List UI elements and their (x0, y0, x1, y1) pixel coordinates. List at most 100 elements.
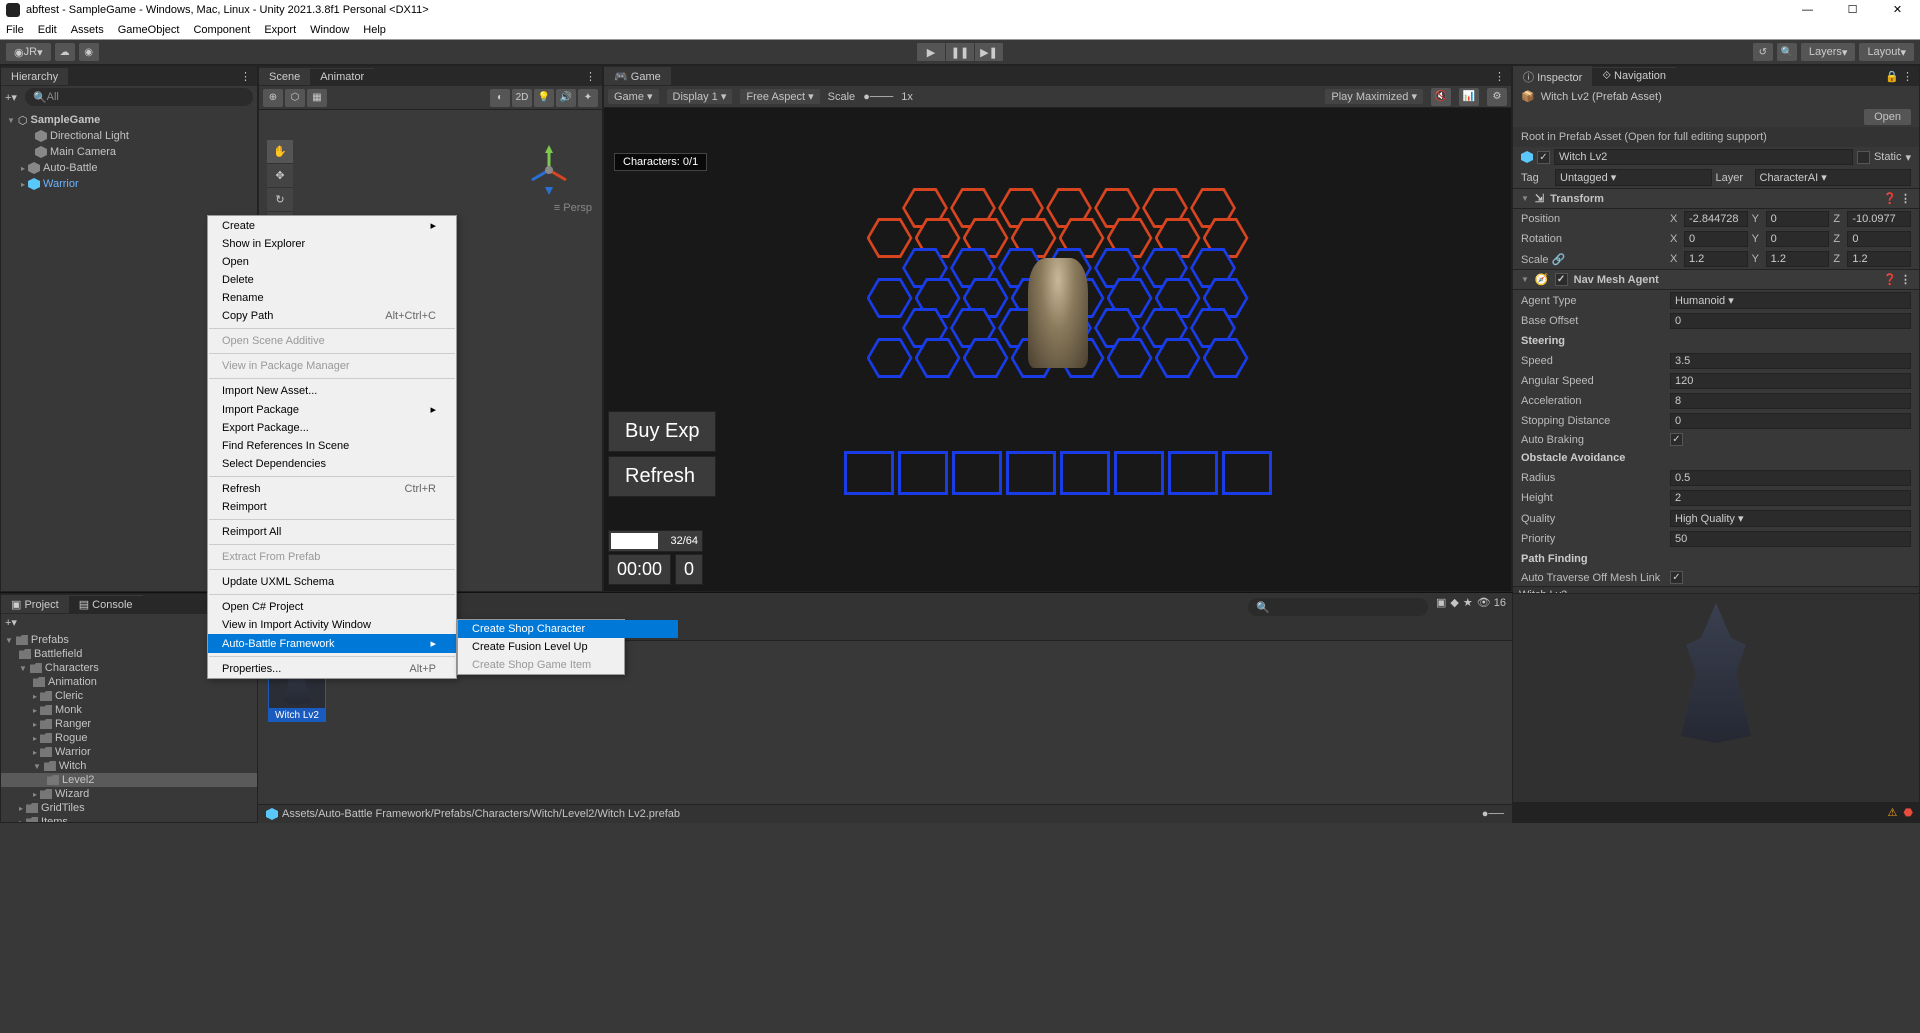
navigation-tab[interactable]: ⟐ Navigation (1592, 67, 1676, 85)
transform-component[interactable]: ▼⇲Transform❓ ⋮ (1513, 188, 1919, 209)
filter-icon[interactable]: ◆ (1450, 596, 1458, 618)
ctx-item[interactable]: Import Package (208, 400, 456, 419)
height[interactable]: 2 (1670, 490, 1911, 506)
ctx-item[interactable]: Reimport (208, 498, 456, 516)
buy-exp-button[interactable]: Buy Exp (608, 411, 716, 452)
folder-row[interactable]: ▸Wizard (1, 787, 257, 801)
move-tool-icon[interactable]: ✥ (267, 164, 293, 188)
play-mode-dropdown[interactable]: Play Maximized ▾ (1325, 89, 1423, 104)
perspective-label[interactable]: ≡ Persp (554, 202, 592, 214)
grid-icon[interactable]: ▦ (307, 89, 327, 107)
animator-tab[interactable]: Animator (310, 68, 374, 85)
layers-dropdown[interactable]: Layers ▾ (1801, 43, 1856, 61)
maximize-button[interactable]: ☐ (1830, 0, 1875, 20)
account-button[interactable]: ◉ JR ▾ (6, 43, 51, 61)
undo-history-icon[interactable]: ↺ (1753, 43, 1773, 61)
hierarchy-search[interactable]: 🔍 All (25, 88, 253, 106)
menu-export[interactable]: Export (264, 24, 296, 36)
menu-file[interactable]: File (6, 24, 24, 36)
priority[interactable]: 50 (1670, 531, 1911, 547)
fx-icon[interactable]: ✦ (578, 89, 598, 107)
slider-icon[interactable]: ●── (1482, 808, 1504, 820)
hierarchy-options-icon[interactable]: ⋮ (234, 70, 257, 83)
2d-toggle[interactable]: 2D (512, 89, 532, 107)
aspect-dropdown[interactable]: Free Aspect ▾ (740, 89, 819, 104)
menu-window[interactable]: Window (310, 24, 349, 36)
ctx-item[interactable]: Select Dependencies (208, 455, 456, 473)
axis-gizmo[interactable] (524, 145, 574, 195)
display-dropdown[interactable]: Display 1 ▾ (667, 89, 733, 104)
ctx-item[interactable]: Show in Explorer (208, 235, 456, 253)
audio-icon[interactable]: 🔊 (556, 89, 576, 107)
scale-slider[interactable]: ●─── (863, 91, 893, 103)
gizmos-icon[interactable]: ⚙ (1487, 88, 1507, 106)
inspector-tab[interactable]: ⓘ Inspector (1513, 66, 1592, 87)
hierarchy-tab[interactable]: Hierarchy (1, 68, 68, 85)
folder-row[interactable]: ▸Rogue (1, 731, 257, 745)
project-search[interactable]: 🔍 (1248, 598, 1428, 616)
game-tab[interactable]: 🎮 Game (604, 67, 671, 85)
filter-icon[interactable]: ★ (1463, 596, 1473, 618)
open-prefab-button[interactable]: Open (1864, 109, 1911, 125)
navmesh-enable[interactable] (1555, 273, 1568, 286)
add-icon[interactable]: +▾ (1, 91, 21, 104)
folder-row[interactable]: ▸Monk (1, 703, 257, 717)
object-name-field[interactable]: Witch Lv2 (1554, 149, 1853, 165)
folder-row[interactable]: ▸Warrior (1, 745, 257, 759)
radius[interactable]: 0.5 (1670, 470, 1911, 486)
ctx-item[interactable]: Reimport All (208, 523, 456, 541)
settings-icon[interactable]: ◉ (79, 43, 99, 61)
ctx-item[interactable]: Properties...Alt+P (208, 660, 456, 678)
ctx-subitem[interactable]: Create Fusion Level Up (458, 638, 678, 656)
angular-speed[interactable]: 120 (1670, 373, 1911, 389)
ctx-item[interactable]: Update UXML Schema (208, 573, 456, 591)
pivot-icon[interactable]: ⊕ (263, 89, 283, 107)
stats-icon[interactable]: 📊 (1459, 88, 1479, 106)
ctx-item[interactable]: Export Package... (208, 419, 456, 437)
layer-dropdown[interactable]: CharacterAI ▾ (1755, 169, 1912, 186)
scene-tab[interactable]: Scene (259, 68, 310, 85)
rot-y[interactable]: 0 (1766, 231, 1830, 247)
ctx-item[interactable]: Open (208, 253, 456, 271)
warning-icon[interactable]: ⚠ (1888, 806, 1898, 819)
local-icon[interactable]: ⬡ (285, 89, 305, 107)
preview-viewport[interactable] (1513, 603, 1919, 743)
hierarchy-item[interactable]: Directional Light (1, 128, 257, 144)
ctx-item[interactable]: Find References In Scene (208, 437, 456, 455)
add-icon[interactable]: +▾ (5, 616, 17, 629)
pos-y[interactable]: 0 (1766, 211, 1830, 227)
menu-edit[interactable]: Edit (38, 24, 57, 36)
acceleration[interactable]: 8 (1670, 393, 1911, 409)
ctx-subitem[interactable]: Create Shop Character (458, 620, 678, 638)
ctx-item[interactable]: Copy PathAlt+Ctrl+C (208, 307, 456, 325)
ctx-item[interactable]: Delete (208, 271, 456, 289)
step-button[interactable]: ▶❚ (975, 43, 1003, 61)
ctx-item[interactable]: Rename (208, 289, 456, 307)
mute-icon[interactable]: 🔇 (1431, 88, 1451, 106)
folder-row-selected[interactable]: Level2 (1, 773, 257, 787)
close-button[interactable]: ✕ (1875, 0, 1920, 20)
layout-dropdown[interactable]: Layout ▾ (1859, 43, 1914, 61)
scale-z[interactable]: 1.2 (1847, 251, 1911, 267)
scene-root[interactable]: ▼⬡SampleGame (1, 112, 257, 128)
folder-row[interactable]: ▸GridTiles (1, 801, 257, 815)
rot-z[interactable]: 0 (1847, 231, 1911, 247)
hierarchy-item[interactable]: ▸Auto-Battle (1, 160, 257, 176)
menu-component[interactable]: Component (193, 24, 250, 36)
menu-assets[interactable]: Assets (71, 24, 104, 36)
hand-tool-icon[interactable]: ✋ (267, 140, 293, 164)
folder-row[interactable]: ▸Items (1, 815, 257, 822)
search-icon[interactable]: 🔍 (1777, 43, 1797, 61)
navmesh-component[interactable]: ▼🧭Nav Mesh Agent❓ ⋮ (1513, 269, 1919, 290)
pos-x[interactable]: -2.844728 (1684, 211, 1748, 227)
shaded-icon[interactable]: ◐ (490, 89, 510, 107)
rot-x[interactable]: 0 (1684, 231, 1748, 247)
game-viewport[interactable]: Characters: 0/1 Buy Exp Refresh 32/64 (604, 108, 1511, 591)
light-icon[interactable]: 💡 (534, 89, 554, 107)
base-offset[interactable]: 0 (1670, 313, 1911, 329)
speed[interactable]: 3.5 (1670, 353, 1911, 369)
pause-button[interactable]: ❚❚ (946, 43, 974, 61)
active-checkbox[interactable] (1537, 151, 1550, 164)
project-tab[interactable]: ▣ Project (1, 595, 69, 613)
console-tab[interactable]: ▤ Console (69, 595, 143, 613)
